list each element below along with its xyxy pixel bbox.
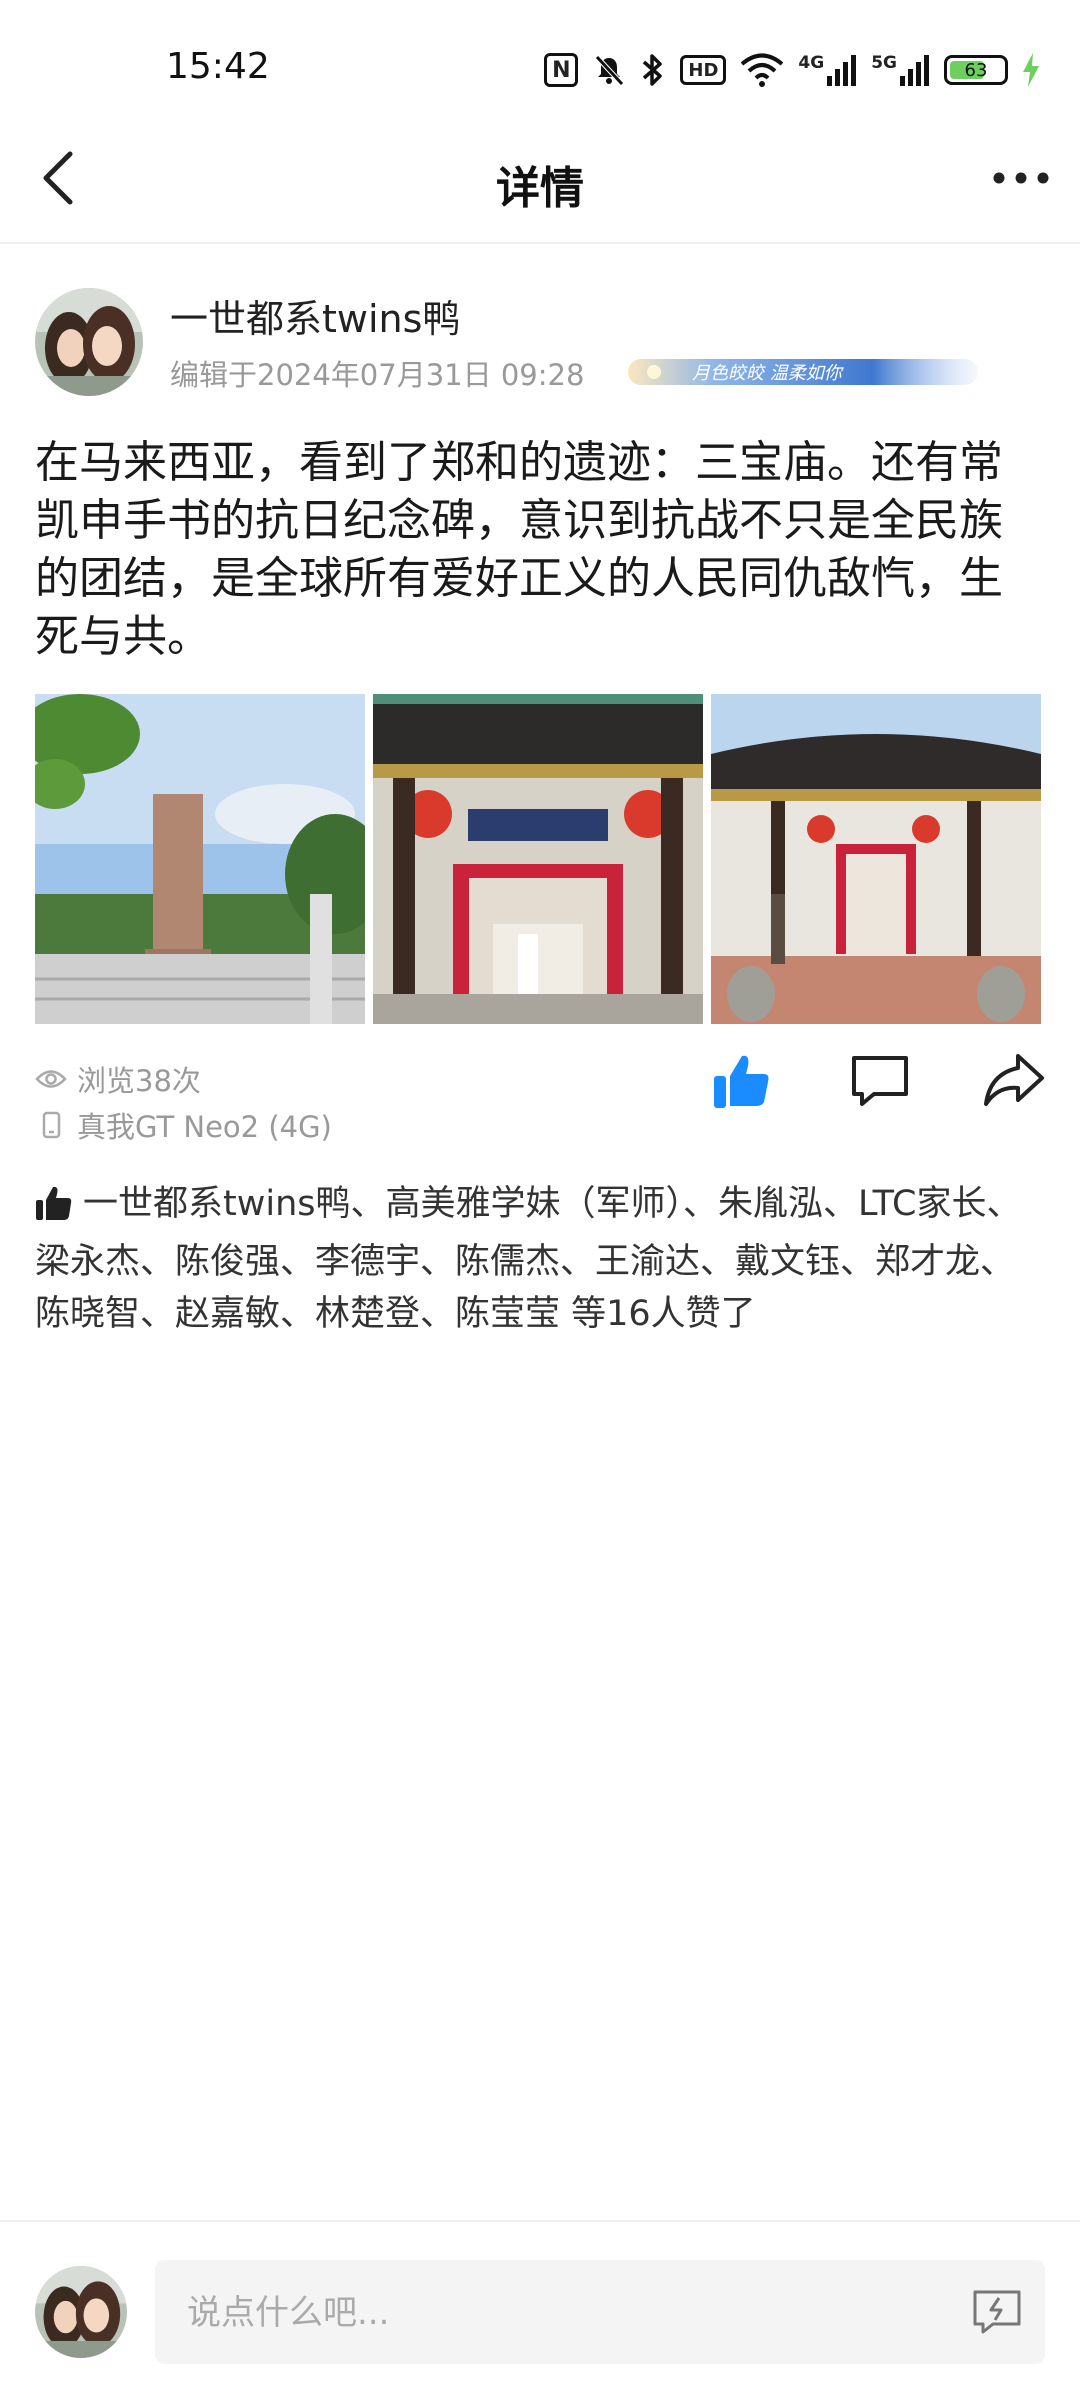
- emoji-icon: [973, 2290, 1021, 2334]
- author-name[interactable]: 一世都系twins鸭: [170, 288, 460, 343]
- decor-banner: 月色皎皎 温柔如你: [628, 353, 978, 391]
- decor-text: 月色皎皎 温柔如你: [692, 363, 845, 384]
- phone-icon: [42, 1111, 61, 1139]
- thumbs-up-icon: [35, 1184, 73, 1236]
- my-avatar[interactable]: [35, 2266, 127, 2358]
- likes-list: 一世都系twins鸭、高美雅学妹（军师）、朱胤泓、LTC家长、梁永杰、陈俊强、李…: [35, 1178, 1045, 1340]
- mute-icon: [592, 50, 626, 90]
- post-text: 在马来西亚，看到了郑和的遗迹：三宝庙。还有常凯申手书的抗日纪念碑，意识到抗战不只…: [35, 437, 1003, 662]
- likes-text[interactable]: 一世都系twins鸭、高美雅学妹（军师）、朱胤泓、LTC家长、梁永杰、陈俊强、李…: [35, 1184, 1021, 1334]
- comment-icon: [852, 1056, 908, 1106]
- view-count: 浏览38次: [77, 1064, 201, 1098]
- device-name: 真我GT Neo2 (4G): [77, 1110, 332, 1144]
- temple-entrance-photo[interactable]: [373, 694, 703, 1024]
- nfc-icon: N: [544, 50, 579, 90]
- eye-icon: [35, 1070, 67, 1088]
- share-button[interactable]: [982, 1048, 1046, 1112]
- temple-facade-photo[interactable]: [711, 694, 1041, 1024]
- emoji-button[interactable]: [971, 2288, 1023, 2336]
- more-button[interactable]: [986, 146, 1056, 210]
- signal-5g-icon: 5G: [871, 50, 930, 90]
- monument-photo[interactable]: [35, 694, 365, 1024]
- hd-icon: HD: [680, 50, 727, 90]
- more-icon: [993, 172, 1049, 184]
- status-time: 15:42: [166, 46, 270, 87]
- comment-button[interactable]: [848, 1048, 912, 1112]
- view-count-row: 浏览38次: [35, 1058, 201, 1100]
- page-title: 详情: [496, 163, 584, 214]
- signal-4g-icon: 4G: [798, 50, 857, 90]
- like-button[interactable]: [710, 1048, 774, 1112]
- charging-icon: [1022, 50, 1040, 90]
- like-icon: [714, 1055, 769, 1108]
- status-icons: N HD 4G 5G 63: [544, 48, 1040, 92]
- comment-box: [155, 2260, 1045, 2366]
- wifi-icon: [740, 50, 784, 90]
- battery-icon: 63: [944, 50, 1008, 90]
- comment-bar: [0, 2220, 1080, 2400]
- edit-time: 编辑于2024年07月31日 09:28: [170, 358, 585, 392]
- share-icon: [984, 1054, 1044, 1106]
- nav-bar: 详情: [0, 120, 1080, 244]
- author-avatar[interactable]: [35, 288, 143, 396]
- comment-input[interactable]: [185, 2260, 949, 2366]
- device-row: 真我GT Neo2 (4G): [35, 1104, 332, 1146]
- bluetooth-icon: [640, 50, 666, 90]
- status-bar: 15:42 N HD 4G 5G 63: [0, 0, 1080, 120]
